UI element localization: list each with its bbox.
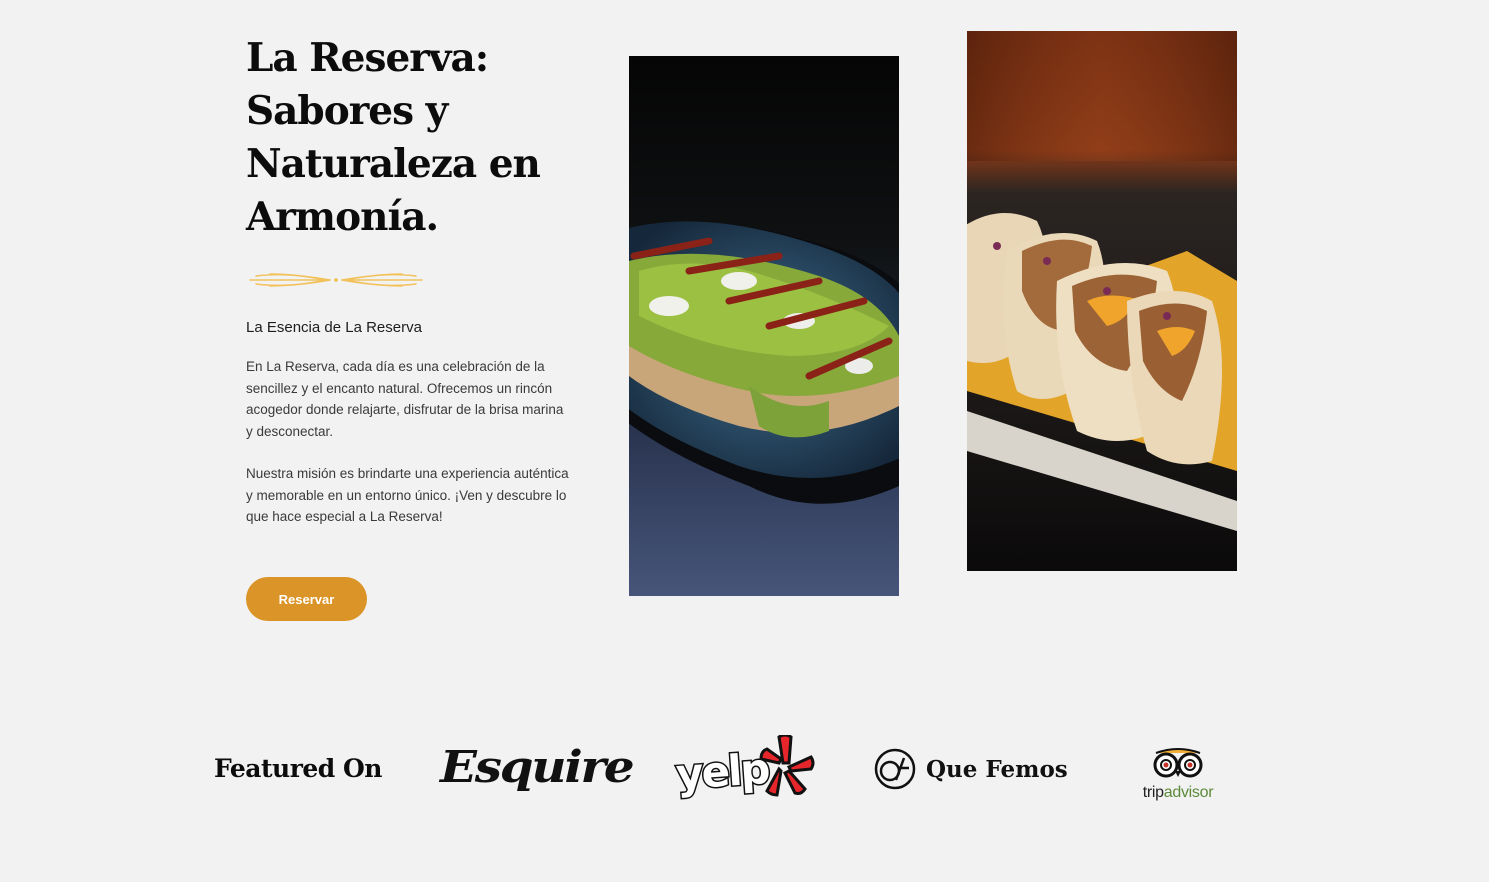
tripadvisor-wordmark: tripadvisor [1136,784,1220,802]
que-femos-wordmark: Que Femos [926,755,1068,783]
tacos-photo [967,31,1237,571]
mission-paragraph: Nuestra misión es brindarte una experien… [246,466,569,524]
title-line: La Reserva: [246,35,489,81]
wheat-divider-icon [249,273,423,287]
tripadvisor-owl-icon [1153,748,1203,778]
title-line: Naturaleza en [246,141,541,187]
tripadvisor-logo: tripadvisor [1136,747,1220,802]
featured-on-title: Featured On [214,754,382,783]
title-line: Sabores y [246,88,448,134]
title-line: Armonía. [246,194,439,240]
tripadvisor-trip: trip [1142,784,1164,801]
intro-paragraph: En La Reserva, cada día es una celebraci… [246,359,564,439]
toast-photo [629,56,899,596]
section-subtitle: La Esencia de La Reserva [246,319,422,336]
que-femos-emblem-icon [874,748,916,790]
intro-section: La Reserva: Sabores y Naturaleza en Armo… [246,32,586,541]
esquire-logo: Esquire [440,742,635,793]
yelp-wordmark: yelp [673,742,772,800]
yelp-logo: yelp [672,735,817,807]
page-title: La Reserva: Sabores y Naturaleza en Armo… [246,32,586,244]
reservar-button[interactable]: Reservar [246,577,367,621]
tripadvisor-advisor: advisor [1163,784,1214,801]
que-femos-logo: Que Femos [874,748,1068,790]
